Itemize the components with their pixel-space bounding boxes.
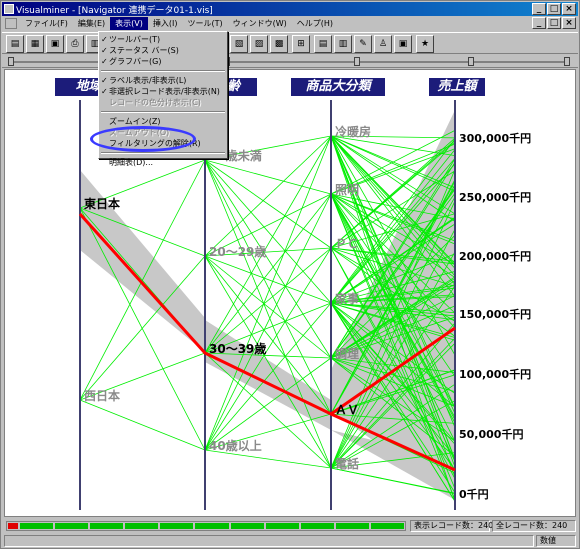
axis-tick-label: 調理: [335, 346, 359, 361]
maximize-button[interactable]: □: [547, 3, 561, 15]
graph-tool-2-icon[interactable]: ▥: [334, 35, 352, 53]
doc-close-button[interactable]: ×: [562, 17, 576, 29]
slider-handle-left[interactable]: [8, 57, 14, 66]
graph-tool-1-icon[interactable]: ▤: [314, 35, 332, 53]
axis-tick-label: 200,000千円: [459, 249, 531, 263]
navigator-icon[interactable]: ⊞: [292, 35, 310, 53]
special-tool-icon[interactable]: ★: [416, 35, 434, 53]
axis-title-sales: 売上額: [429, 78, 485, 96]
menu-item-statusbar[interactable]: ✓ ステータス バー(S): [99, 45, 227, 56]
graph-tool-5-icon[interactable]: ▣: [394, 35, 412, 53]
slider-handle-right[interactable]: [564, 57, 570, 66]
document-icon[interactable]: [5, 18, 17, 29]
chart-tool-1-icon[interactable]: ▧: [230, 35, 248, 53]
menu-item-label-toggle[interactable]: ✓ ラベル表示/非表示(L): [99, 75, 227, 86]
shown-record-count: 表示レコード数：240: [410, 520, 493, 532]
minimize-button[interactable]: _: [532, 3, 546, 15]
axis-tick-label: 電話: [335, 456, 359, 471]
record-progress-bar: [6, 521, 406, 531]
axis-tick-label: 100,000千円: [459, 367, 531, 381]
record-line: [204, 159, 332, 469]
menu-insert[interactable]: 挿入(I): [148, 17, 183, 30]
doc-minimize-button[interactable]: _: [532, 17, 546, 29]
menu-separator: [101, 152, 225, 154]
axis-tick-label: 30～39歳: [209, 341, 266, 356]
axis-slider-bar[interactable]: [2, 56, 578, 68]
annotation-ellipse: [90, 126, 196, 152]
menu-item-unselected-toggle[interactable]: ✓ 非選択レコード表示/非表示(N): [99, 86, 227, 97]
axis-tick-label: ＰＣ: [335, 237, 359, 251]
axis-tick-label: 20～29歳: [209, 244, 266, 259]
menu-item-color-coding: レコードの色分け表示(C): [109, 98, 201, 107]
menu-tools[interactable]: ツール(T): [182, 17, 227, 30]
app-icon[interactable]: [4, 4, 14, 14]
record-line: [204, 247, 332, 354]
graph-tool-4-icon[interactable]: ♙: [374, 35, 392, 53]
menu-window[interactable]: ウィンドウ(W): [228, 17, 292, 30]
axis-tick-label: 西日本: [84, 388, 120, 403]
menu-view[interactable]: 表示(V): [110, 17, 148, 30]
axis-tick-label: 冷暖房: [335, 124, 371, 139]
menu-item-detail-table[interactable]: 明細表(D)...: [99, 157, 227, 168]
print-icon[interactable]: ⎙: [66, 35, 84, 53]
doc-restore-button[interactable]: □: [547, 17, 561, 29]
menu-bar: ファイル(F) 編集(E) 表示(V) 挿入(I) ツール(T) ウィンドウ(W…: [2, 16, 578, 31]
check-icon: ✓: [101, 57, 108, 66]
status-mode: 数値: [536, 535, 576, 547]
menu-help[interactable]: ヘルプ(H): [292, 17, 338, 30]
close-button[interactable]: ×: [562, 3, 576, 15]
check-icon: ✓: [101, 87, 108, 96]
chart-tool-3-icon[interactable]: ▩: [270, 35, 288, 53]
record-line: [204, 159, 332, 249]
graph-tool-3-icon[interactable]: ✎: [354, 35, 372, 53]
axis-tick-label: 250,000千円: [459, 190, 531, 204]
window-title: Visualminer - [Navigator 連携データ01-1.vis]: [16, 5, 213, 16]
slider-handle[interactable]: [354, 57, 360, 66]
menu-separator: [101, 70, 225, 72]
record-line: [204, 193, 332, 354]
check-icon: ✓: [101, 35, 108, 44]
status-bar-bottom: 数値: [2, 534, 578, 548]
menu-file[interactable]: ファイル(F): [20, 17, 73, 30]
menu-item-zoom-in[interactable]: ズームイン(Z): [99, 116, 227, 127]
axis-tick-label: 40歳以上: [209, 438, 262, 453]
axis-tick-label: 150,000千円: [459, 307, 531, 321]
axis-title-category: 商品大分類: [291, 78, 385, 96]
check-icon: ✓: [101, 46, 108, 55]
toolbar: ▤ ▦ ▣ ⎙ ▥ ▧ ▨ ▩ ⊞ ▤ ▥ ✎ ♙ ▣ ★: [2, 32, 578, 54]
axis-tick-label: 0千円: [459, 487, 489, 501]
save-icon[interactable]: ▣: [46, 35, 64, 53]
menu-edit[interactable]: 編集(E): [73, 17, 110, 30]
axis-tick-label: 照明: [335, 182, 359, 197]
total-record-count: 全レコード数：240: [492, 520, 576, 532]
menu-separator: [101, 111, 225, 113]
status-message: [4, 535, 534, 547]
app-window: Visualminer - [Navigator 連携データ01-1.vis] …: [0, 0, 580, 549]
axis-tick-label: 家事: [335, 291, 359, 306]
new-icon[interactable]: ▤: [6, 35, 24, 53]
open-icon[interactable]: ▦: [26, 35, 44, 53]
axis-tick-label: 300,000千円: [459, 131, 531, 145]
axis-tick-label: 50,000千円: [459, 427, 523, 441]
menu-item-toolbar[interactable]: ✓ ツールバー(T): [99, 34, 227, 45]
check-icon: ✓: [101, 76, 108, 85]
axis-tick-label: ＡＶ: [335, 403, 359, 417]
chart-tool-2-icon[interactable]: ▨: [250, 35, 268, 53]
title-bar: Visualminer - [Navigator 連携データ01-1.vis] …: [2, 2, 578, 16]
menu-item-graphbar[interactable]: ✓ グラフバー(G): [99, 56, 227, 67]
axis-tick-label: 東日本: [84, 196, 120, 211]
status-bar: 表示レコード数：240 全レコード数：240: [2, 519, 578, 533]
record-line: [79, 399, 206, 451]
slider-handle[interactable]: [468, 57, 474, 66]
